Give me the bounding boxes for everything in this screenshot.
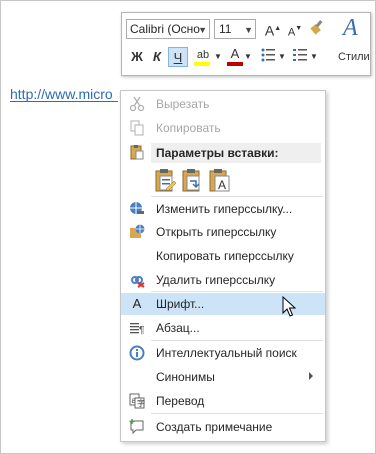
translate-icon: a字: [129, 393, 145, 409]
numbering-button[interactable]: [290, 47, 310, 67]
font-size-value: 11: [219, 22, 232, 36]
menu-separator: [151, 340, 323, 341]
menu-item-label: Изменить гиперссылку...: [156, 202, 293, 216]
menu-item-copy-hyperlink[interactable]: Копировать гиперссылку: [121, 245, 325, 267]
grow-font-icon: A: [264, 22, 275, 39]
hyperlink-text[interactable]: http://www.micro: [10, 87, 118, 102]
edit-hyperlink-icon: [129, 201, 145, 217]
menu-item-label: Интеллектуальный поиск: [156, 346, 297, 360]
svg-text:A: A: [218, 178, 226, 192]
menu-separator: [151, 196, 323, 197]
menu-item-remove-hyperlink[interactable]: Удалить гиперссылку: [121, 269, 325, 291]
new-comment-icon: [129, 419, 145, 435]
menu-item-label: Вырезать: [156, 97, 210, 111]
font-icon: A: [132, 296, 142, 311]
styles-label[interactable]: Стили: [338, 51, 370, 63]
paste-merge-formatting-button[interactable]: [181, 167, 205, 193]
menu-item-translate[interactable]: a字 Перевод: [121, 390, 325, 412]
menu-item-label: Создать примечание: [156, 420, 273, 434]
menu-item-label: Синонимы: [156, 370, 215, 384]
bullets-button[interactable]: [258, 47, 278, 67]
chevron-down-icon[interactable]: ▼: [214, 47, 222, 67]
chevron-down-icon[interactable]: ▼: [198, 21, 207, 38]
highlight-icon: ab: [196, 49, 210, 61]
bold-button[interactable]: Ж: [128, 47, 146, 67]
context-menu: Вырезать Копировать Параметры вставки: A…: [120, 90, 326, 442]
menu-item-label: Шрифт...: [156, 297, 205, 311]
paste-merge-formatting-icon: [182, 169, 200, 192]
paste-keep-formatting-icon: [155, 169, 177, 192]
copy-icon: [129, 120, 145, 136]
open-hyperlink-icon: [129, 224, 145, 240]
underline-button[interactable]: Ч: [168, 47, 188, 67]
paste-options-label: Параметры вставки:: [156, 146, 279, 160]
mini-toolbar: Calibri (Осно ▼ 11 ▼ A▲ A▼ A Стили Ж К Ч…: [121, 12, 371, 76]
menu-item-copy[interactable]: Копировать: [121, 117, 325, 139]
svg-text:¶: ¶: [139, 325, 144, 336]
svg-text:字: 字: [137, 398, 145, 408]
menu-item-open-hyperlink[interactable]: Открыть гиперссылку: [121, 221, 325, 243]
menu-item-label: Абзац...: [156, 321, 200, 335]
highlight-button[interactable]: ab: [192, 47, 214, 67]
shrink-font-button[interactable]: A▼: [286, 19, 304, 39]
chevron-down-icon[interactable]: ▼: [244, 21, 253, 39]
clipboard-icon: [129, 144, 145, 163]
paste-keep-formatting-button[interactable]: [154, 167, 178, 193]
highlight-color-swatch: [194, 62, 210, 66]
chevron-down-icon[interactable]: ▼: [244, 47, 252, 67]
smart-lookup-icon: [129, 345, 145, 361]
menu-item-paragraph[interactable]: ¶ Абзац...: [121, 317, 325, 339]
menu-item-cut[interactable]: Вырезать: [121, 93, 325, 115]
grow-font-button[interactable]: A▲: [264, 19, 282, 39]
paste-options-header: Параметры вставки:: [151, 143, 321, 163]
italic-button[interactable]: К: [148, 47, 166, 67]
format-painter-button[interactable]: [308, 19, 326, 39]
numbering-icon: [293, 49, 307, 61]
paste-text-only-button[interactable]: A: [208, 167, 232, 193]
chevron-down-icon[interactable]: ▼: [278, 47, 286, 67]
bullets-icon: [261, 48, 275, 62]
menu-separator: [151, 291, 323, 292]
menu-item-label: Копировать: [156, 121, 221, 135]
menu-item-edit-hyperlink[interactable]: Изменить гиперссылку...: [121, 198, 325, 220]
paragraph-icon: ¶: [129, 320, 145, 336]
menu-separator: [151, 413, 323, 414]
font-size-combobox[interactable]: 11 ▼: [214, 19, 256, 39]
font-color-swatch: [227, 62, 243, 66]
font-color-button[interactable]: A: [226, 46, 244, 67]
menu-item-synonyms[interactable]: Синонимы: [121, 366, 325, 388]
menu-item-label: Открыть гиперссылку: [156, 225, 277, 239]
font-name-combobox[interactable]: Calibri (Осно ▼: [126, 19, 210, 39]
menu-item-smart-lookup[interactable]: Интеллектуальный поиск: [121, 342, 325, 364]
font-color-icon: A: [230, 46, 240, 61]
mouse-pointer-icon: [282, 296, 296, 317]
styles-icon[interactable]: A: [343, 15, 358, 42]
font-name-value: Calibri (Осно: [130, 22, 200, 36]
menu-item-label: Перевод: [156, 394, 205, 408]
menu-item-label: Удалить гиперссылку: [156, 273, 276, 287]
menu-item-label: Копировать гиперссылку: [156, 249, 294, 263]
paste-text-only-icon: A: [209, 169, 230, 192]
chevron-right-icon: [309, 372, 313, 380]
menu-item-new-comment[interactable]: Создать примечание: [121, 416, 325, 438]
chevron-down-icon[interactable]: ▼: [310, 47, 318, 67]
format-painter-icon: [310, 20, 323, 35]
remove-hyperlink-icon: [129, 272, 145, 288]
scissors-icon: [129, 96, 145, 112]
